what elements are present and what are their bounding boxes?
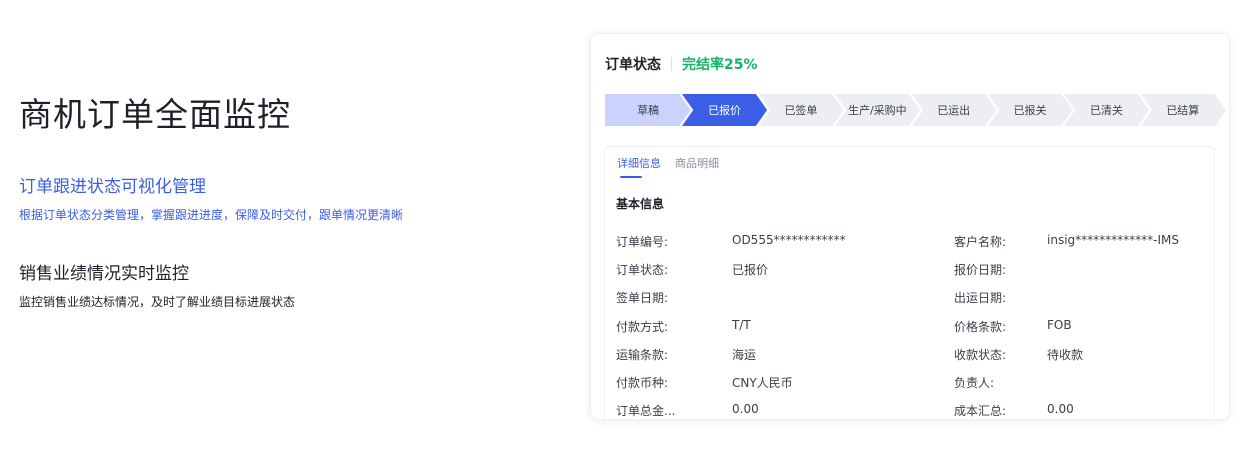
field-label: 负责人:	[954, 376, 995, 390]
field-value: FOB	[1047, 317, 1072, 332]
completion-rate: 完结率25%	[682, 57, 758, 73]
section-title-basic-info: 基本信息	[616, 197, 665, 211]
step-label: 草稿	[637, 104, 660, 117]
header-divider	[671, 57, 672, 71]
field-label: 付款币种:	[616, 376, 669, 390]
step-label: 已清关	[1089, 104, 1123, 117]
order-status-card: 订单状态 完结率25% 草稿 已报价 已签单 生产/采购中 已运出 已报关 已清关 已结算 详…	[590, 33, 1230, 420]
info-row: 签单日期: 出运日期:	[605, 289, 1216, 309]
info-row: 订单总金... 0.00 成本汇总: 0.00	[605, 402, 1216, 419]
tab-product-detail[interactable]: 商品明细	[675, 155, 719, 177]
field-label: 订单总金...	[616, 404, 676, 419]
field-label: 价格条款:	[954, 319, 1007, 334]
feature-desc-order-tracking: 根据订单状态分类管理，掌握跟进进度，保障及时交付，跟单情况更清晰	[19, 208, 404, 222]
field-label: 运输条款:	[616, 347, 669, 362]
info-row: 付款方式: T/T 价格条款: FOB	[605, 318, 1216, 338]
info-row: 付款币种: CNY人民币 负责人:	[605, 374, 1216, 394]
detail-tabs: 详细信息 商品明细	[617, 155, 733, 178]
field-label: 客户名称:	[954, 235, 1007, 249]
status-step[interactable]: 已报价	[680, 93, 769, 127]
status-step[interactable]: 已签单	[756, 93, 846, 127]
field-value: CNY人民币	[732, 376, 793, 390]
step-label: 已签单	[784, 104, 818, 117]
status-step[interactable]: 草稿	[604, 93, 693, 127]
field-value: 待收款	[1047, 347, 1084, 362]
step-label: 已报价	[708, 104, 742, 117]
field-label: 订单编号:	[616, 235, 669, 249]
field-label: 出运日期:	[954, 291, 1007, 306]
status-step[interactable]: 生产/采购中	[833, 93, 922, 127]
step-label: 已报关	[1013, 104, 1047, 117]
field-label: 报价日期:	[954, 263, 1007, 278]
field-label: 订单状态:	[616, 263, 669, 278]
field-value: 已报价	[732, 263, 769, 278]
feature-desc-sales-monitoring: 监控销售业绩达标情况，及时了解业绩目标进展状态	[19, 295, 296, 309]
page-title: 商机订单全面监控	[19, 95, 291, 134]
card-header: 订单状态 完结率25%	[605, 54, 758, 74]
info-row: 订单编号: OD555************ 客户名称: insig********…	[605, 233, 1216, 253]
info-row: 运输条款: 海运 收款状态: 待收款	[605, 346, 1216, 366]
field-value: 0.00	[732, 402, 759, 417]
status-step[interactable]: 已结算	[1138, 93, 1227, 127]
status-step[interactable]: 已运出	[909, 93, 998, 127]
field-label: 签单日期:	[616, 291, 669, 306]
feature-title-order-tracking: 订单跟进状态可视化管理	[19, 177, 206, 197]
step-label: 生产/采购中	[847, 104, 907, 117]
order-detail-panel: 详细信息 商品明细 基本信息 订单编号: OD555************ 客户名…	[604, 146, 1216, 419]
status-step[interactable]: 已清关	[1062, 93, 1151, 127]
feature-title-sales-monitoring: 销售业绩情况实时监控	[19, 264, 189, 284]
step-label: 已结算	[1166, 104, 1200, 117]
card-title: 订单状态	[605, 57, 661, 73]
order-status-steps: 草稿 已报价 已签单 生产/采购中 已运出 已报关 已清关 已结算	[604, 93, 1227, 127]
field-value: insig*************-IMS	[1047, 233, 1179, 247]
field-label: 收款状态:	[954, 347, 1007, 362]
info-row: 订单状态: 已报价 报价日期:	[605, 261, 1216, 281]
field-value: 0.00	[1047, 402, 1074, 417]
status-step[interactable]: 已报关	[985, 93, 1075, 127]
step-label: 已运出	[937, 104, 971, 117]
tab-detail-info[interactable]: 详细信息	[617, 155, 661, 178]
field-value: T/T	[732, 317, 751, 332]
field-label: 付款方式:	[616, 319, 669, 334]
field-value: OD555************	[732, 233, 846, 247]
field-label: 成本汇总:	[954, 404, 1007, 419]
field-value: 海运	[732, 347, 757, 362]
